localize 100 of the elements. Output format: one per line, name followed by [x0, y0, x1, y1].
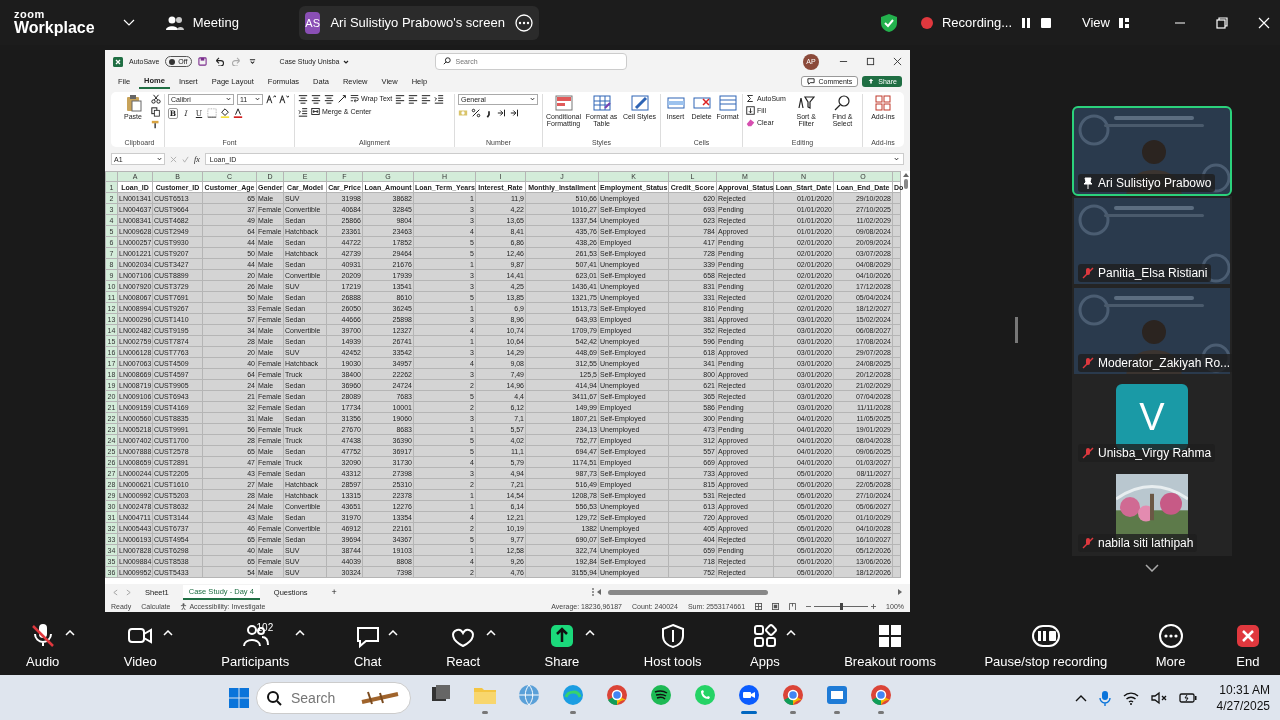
stop-icon	[1040, 16, 1053, 29]
chevron-up-icon[interactable]	[1074, 693, 1087, 702]
toolbar-button[interactable]: Video	[123, 621, 157, 669]
more-icon	[514, 13, 533, 32]
toolbar-button[interactable]: Pause/stop recording	[984, 621, 1108, 669]
page-layout-icon[interactable]	[772, 602, 780, 610]
grid-icon	[1118, 16, 1130, 29]
view-button[interactable]: View	[1082, 15, 1130, 30]
search-field[interactable]: Search	[256, 681, 411, 714]
clock-time[interactable]: 10:31 AM	[1219, 681, 1270, 698]
volume-muted-icon[interactable]	[1150, 690, 1167, 705]
presenter-avatar: AS	[304, 11, 321, 34]
save-icon[interactable]	[197, 57, 207, 67]
fill-bucket-icon[interactable]	[220, 108, 230, 119]
zoom-in-icon[interactable]	[871, 603, 877, 609]
caret-icon	[894, 157, 899, 162]
sort-filter-icon	[797, 93, 816, 112]
normal-view-icon[interactable]	[755, 602, 763, 610]
people-icon	[164, 14, 185, 31]
stop-button[interactable]	[1040, 16, 1053, 29]
more-button[interactable]	[514, 13, 533, 32]
customize-caret-icon[interactable]	[248, 58, 256, 66]
toolbar-button[interactable]: Chat	[353, 621, 382, 669]
splitter-handle[interactable]	[1014, 317, 1018, 343]
caret-up-icon[interactable]	[785, 629, 796, 636]
record-icon	[919, 15, 934, 30]
insert-function-button[interactable]: fx	[194, 154, 200, 164]
add-sheet-button[interactable]: +	[331, 587, 337, 598]
close-icon	[893, 57, 902, 67]
decimal-icon[interactable]	[497, 107, 507, 118]
comment-icon	[807, 78, 816, 86]
toolbar-button[interactable]: Breakout rooms	[844, 621, 936, 669]
align-left-icon[interactable]	[395, 93, 406, 104]
accessibility-icon	[180, 602, 188, 610]
scrollbar-thumb[interactable]	[903, 179, 908, 190]
page-break-icon[interactable]	[789, 602, 797, 610]
meeting-button[interactable]: Meeting	[164, 14, 239, 31]
font-color-icon[interactable]	[233, 108, 243, 119]
close-button[interactable]	[893, 57, 902, 67]
wooden-flute-icon	[360, 689, 400, 706]
borders-icon[interactable]	[207, 108, 217, 119]
orientation-icon[interactable]	[337, 93, 347, 104]
caret-icon	[226, 97, 231, 102]
toolbar-button[interactable]: More	[1155, 621, 1186, 669]
decimal-icon[interactable]	[510, 107, 520, 118]
scroll-left-icon[interactable]	[597, 589, 601, 596]
restore-button[interactable]	[1216, 16, 1228, 29]
more-icon	[1156, 621, 1185, 650]
participant-name: Ari Sulistiyo Prabowo	[1098, 176, 1212, 190]
copy-icon[interactable]	[151, 106, 161, 117]
scissors-icon[interactable]	[151, 93, 161, 104]
caret-up-icon[interactable]	[585, 629, 596, 636]
chevron-button[interactable]	[122, 18, 135, 27]
toolbar-button[interactable]: Apps	[750, 621, 780, 669]
caret-icon	[342, 59, 349, 64]
wifi-icon[interactable]	[1122, 690, 1139, 705]
product-name: Workplace	[14, 20, 95, 36]
caret-up-icon[interactable]	[486, 629, 497, 636]
eraser-icon	[746, 117, 755, 127]
caret-icon	[157, 157, 162, 162]
align-left-icon[interactable]	[421, 93, 432, 104]
chevron-down-icon[interactable]	[1145, 564, 1159, 572]
check-icon[interactable]	[182, 155, 189, 163]
align-icon[interactable]	[298, 93, 308, 104]
percent-icon[interactable]	[471, 107, 481, 118]
toolbar-button[interactable]: Audio	[26, 621, 60, 669]
indent-icon[interactable]	[434, 93, 445, 104]
caret-up-icon[interactable]	[162, 629, 173, 636]
caret-up-icon[interactable]	[65, 629, 76, 636]
toolbar-button[interactable]: End	[1233, 621, 1262, 669]
toolbar-button[interactable]: Host tools	[643, 621, 702, 669]
font-grow-icon[interactable]	[266, 94, 276, 105]
toolbar-button[interactable]: React	[446, 621, 481, 669]
fill-down-icon	[746, 105, 755, 115]
windows-logo-icon[interactable]	[228, 686, 250, 709]
battery-icon[interactable]	[1178, 691, 1197, 704]
paintbrush-icon[interactable]	[151, 119, 161, 130]
participant-name: Moderator_Zakiyah Ro...	[1098, 356, 1231, 370]
sum-icon	[746, 93, 755, 103]
indent-icon[interactable]	[298, 106, 308, 117]
align-icon[interactable]	[311, 93, 321, 104]
clock-date[interactable]: 4/27/2025	[1216, 697, 1270, 714]
close-icon	[1258, 16, 1270, 29]
align-left-icon[interactable]	[408, 93, 419, 104]
merge-icon	[311, 107, 320, 117]
scrollbar-thumb[interactable]	[608, 589, 768, 595]
maximize-button[interactable]	[866, 57, 875, 67]
shield-check-icon	[879, 12, 898, 33]
add-ins-icon	[874, 93, 892, 112]
zoom-out-icon[interactable]	[806, 603, 812, 609]
toolbar-button[interactable]: Share	[544, 621, 580, 669]
share-label: Ari Sulistiyo Prabowo's screen	[330, 15, 505, 30]
font-shrink-icon[interactable]	[279, 94, 289, 105]
caret-up-icon[interactable]	[295, 629, 306, 636]
pause-button[interactable]	[1020, 16, 1033, 29]
microphone-icon[interactable]	[1098, 689, 1111, 706]
caret-up-icon[interactable]	[387, 629, 398, 636]
scroll-up-icon[interactable]	[902, 173, 909, 178]
scroll-right-icon[interactable]	[898, 589, 902, 596]
align-icon[interactable]	[324, 93, 334, 104]
